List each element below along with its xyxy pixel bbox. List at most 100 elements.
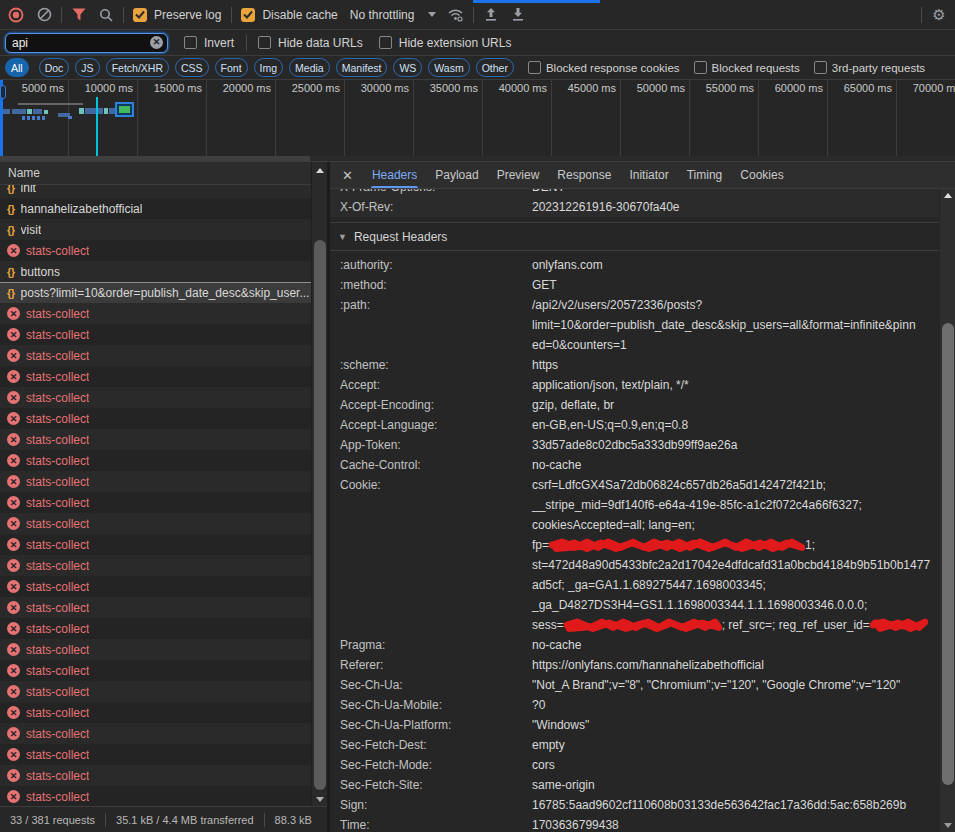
- request-row[interactable]: ✕stats-collect: [0, 786, 311, 806]
- filter-pill-wasm[interactable]: Wasm: [428, 58, 469, 77]
- search-icon[interactable]: [94, 3, 118, 27]
- import-har-icon[interactable]: [479, 3, 503, 27]
- header-key: Sec-Fetch-Mode:: [330, 755, 532, 775]
- checkbox-blocked-response-cookies[interactable]: Blocked response cookies: [528, 61, 680, 74]
- disable-cache-checkbox[interactable]: Disable cache: [241, 8, 337, 22]
- preserve-log-checkbox[interactable]: Preserve log: [133, 8, 221, 22]
- request-row[interactable]: ✕stats-collect: [0, 765, 311, 786]
- request-row[interactable]: ✕stats-collect: [0, 513, 311, 534]
- filter-pill-ws[interactable]: WS: [393, 58, 422, 77]
- checkbox-unchecked[interactable]: [528, 61, 541, 74]
- close-icon[interactable]: ✕: [342, 168, 353, 183]
- header-key: Accept-Language:: [330, 415, 532, 435]
- filter-pill-manifest[interactable]: Manifest: [336, 58, 388, 77]
- request-row[interactable]: ✕stats-collect: [0, 492, 311, 513]
- request-row[interactable]: ✕stats-collect: [0, 702, 311, 723]
- json-icon: {}: [7, 224, 15, 236]
- header-value-line: en-GB,en-US;q=0.9,en;q=0.8: [532, 415, 935, 435]
- request-row[interactable]: ✕stats-collect: [0, 387, 311, 408]
- invert-checkbox[interactable]: Invert: [184, 36, 234, 50]
- filter-pill-other[interactable]: Other: [476, 58, 514, 77]
- filter-pill-fetch-xhr[interactable]: Fetch/XHR: [106, 58, 169, 77]
- filter-pill-all[interactable]: All: [5, 58, 29, 77]
- request-row[interactable]: {}buttons: [0, 261, 311, 282]
- clear-button[interactable]: [32, 3, 56, 27]
- clear-filter-icon[interactable]: ✕: [150, 36, 163, 49]
- checkbox-unchecked[interactable]: [258, 36, 271, 49]
- scroll-down-icon[interactable]: [316, 797, 324, 802]
- request-row[interactable]: ✕stats-collect: [0, 450, 311, 471]
- checkbox-unchecked[interactable]: [694, 61, 707, 74]
- filter-pill-img[interactable]: Img: [254, 58, 284, 77]
- filter-pill-media[interactable]: Media: [289, 58, 330, 77]
- request-row[interactable]: ✕stats-collect: [0, 345, 311, 366]
- filter-pill-js[interactable]: JS: [75, 58, 99, 77]
- tab-cookies[interactable]: Cookies: [731, 162, 792, 188]
- request-row[interactable]: ✕stats-collect: [0, 324, 311, 345]
- tab-response[interactable]: Response: [548, 162, 620, 188]
- filter-pill-css[interactable]: CSS: [175, 58, 209, 77]
- checkbox-checked[interactable]: [241, 8, 255, 22]
- request-row[interactable]: ✕stats-collect: [0, 744, 311, 765]
- header-row: Sec-Fetch-Dest:empty: [330, 735, 939, 755]
- request-row[interactable]: ✕stats-collect: [0, 408, 311, 429]
- header-value: 16785:5aad9602cf110608b03133de563642fac1…: [532, 795, 939, 815]
- record-button[interactable]: [4, 3, 28, 27]
- network-conditions-icon[interactable]: [444, 3, 468, 27]
- request-row[interactable]: ✕stats-collect: [0, 660, 311, 681]
- request-row[interactable]: {}hannahelizabethofficial: [0, 198, 311, 219]
- scroll-up-icon[interactable]: [944, 193, 952, 198]
- request-row[interactable]: {}init: [0, 185, 311, 198]
- throttling-select[interactable]: No throttling: [350, 8, 437, 22]
- filter-toggle-icon[interactable]: [67, 3, 91, 27]
- request-headers-section-header[interactable]: ▼Request Headers: [330, 222, 939, 251]
- overview-handle-grip[interactable]: [0, 85, 6, 99]
- network-filter-bar: api ✕ Invert Hide data URLs Hide extensi…: [0, 30, 955, 56]
- filter-pill-doc[interactable]: Doc: [39, 58, 70, 77]
- checkbox-blocked-requests[interactable]: Blocked requests: [694, 61, 800, 74]
- tab-timing[interactable]: Timing: [678, 162, 732, 188]
- scrollbar-thumb[interactable]: [314, 240, 326, 790]
- request-row[interactable]: ✕stats-collect: [0, 471, 311, 492]
- request-row[interactable]: ✕stats-collect: [0, 597, 311, 618]
- request-row[interactable]: ✕stats-collect: [0, 555, 311, 576]
- tab-payload[interactable]: Payload: [426, 162, 487, 188]
- scroll-up-icon[interactable]: [316, 168, 324, 173]
- error-icon: ✕: [7, 559, 20, 572]
- settings-gear-icon[interactable]: ⚙: [927, 3, 951, 27]
- filter-pill-font[interactable]: Font: [215, 58, 248, 77]
- checkbox-unchecked[interactable]: [184, 36, 197, 49]
- tab-preview[interactable]: Preview: [488, 162, 549, 188]
- request-row[interactable]: {}visit: [0, 219, 311, 240]
- filter-input[interactable]: api ✕: [5, 33, 168, 53]
- requests-scrollbar[interactable]: [311, 162, 327, 806]
- checkbox-unchecked[interactable]: [379, 36, 392, 49]
- scroll-down-icon[interactable]: [944, 823, 952, 828]
- hide-data-urls-checkbox[interactable]: Hide data URLs: [258, 36, 363, 50]
- error-icon: ✕: [7, 412, 20, 425]
- checkbox-checked[interactable]: [133, 8, 147, 22]
- error-icon: ✕: [7, 349, 20, 362]
- request-row[interactable]: ✕stats-collect: [0, 429, 311, 450]
- hide-extension-urls-checkbox[interactable]: Hide extension URLs: [379, 36, 512, 50]
- request-row[interactable]: ✕stats-collect: [0, 240, 311, 261]
- details-scrollbar[interactable]: [939, 189, 955, 832]
- request-row[interactable]: ✕stats-collect: [0, 618, 311, 639]
- tab-headers[interactable]: Headers: [363, 162, 426, 188]
- tab-initiator[interactable]: Initiator: [620, 162, 677, 188]
- checkbox-unchecked[interactable]: [814, 61, 827, 74]
- checkbox-3rd-party-requests[interactable]: 3rd-party requests: [814, 61, 925, 74]
- scrollbar-thumb[interactable]: [942, 323, 954, 785]
- request-row[interactable]: ✕stats-collect: [0, 681, 311, 702]
- export-har-icon[interactable]: [506, 3, 530, 27]
- network-overview-timeline[interactable]: 5000 ms10000 ms15000 ms20000 ms25000 ms3…: [0, 80, 955, 162]
- header-key: Referer:: [330, 655, 532, 675]
- request-row[interactable]: ✕stats-collect: [0, 366, 311, 387]
- request-row[interactable]: {}posts?limit=10&order=publish_date_desc…: [0, 282, 311, 303]
- request-row[interactable]: ✕stats-collect: [0, 723, 311, 744]
- name-column-header[interactable]: Name: [0, 162, 327, 185]
- request-row[interactable]: ✕stats-collect: [0, 303, 311, 324]
- request-row[interactable]: ✕stats-collect: [0, 576, 311, 597]
- request-row[interactable]: ✕stats-collect: [0, 534, 311, 555]
- request-row[interactable]: ✕stats-collect: [0, 639, 311, 660]
